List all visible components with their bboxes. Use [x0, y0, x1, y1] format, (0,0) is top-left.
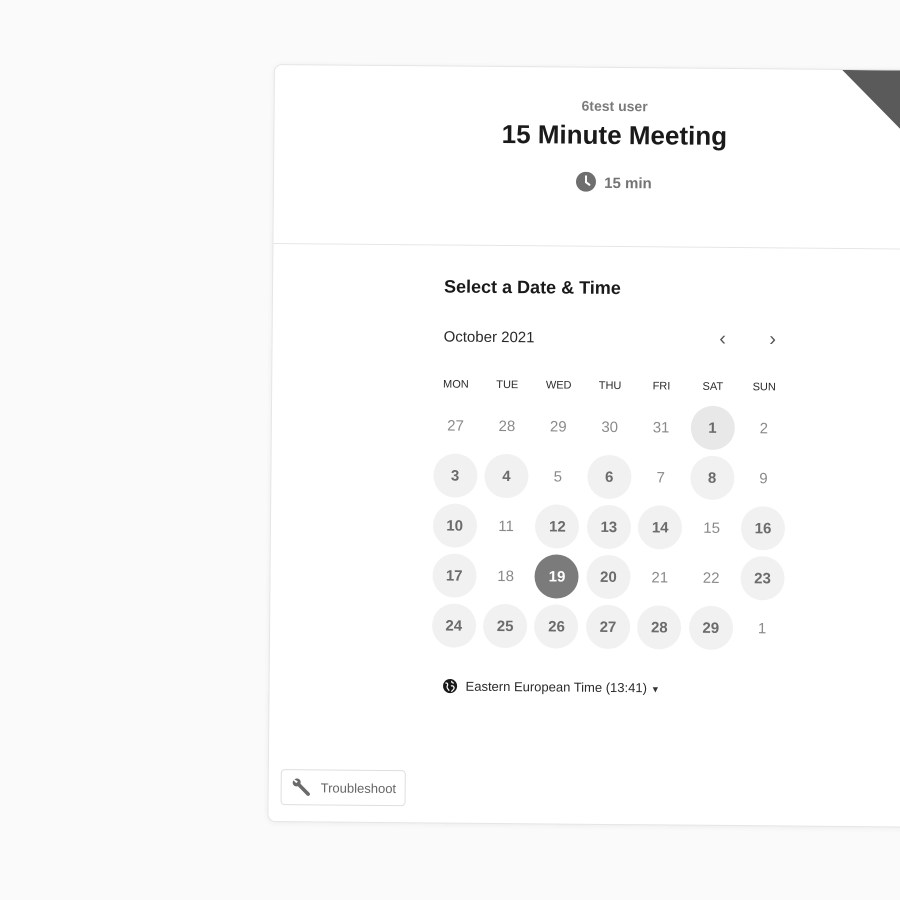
calendar-day[interactable]: 27 — [582, 602, 634, 652]
calendar-day-number: 4 — [484, 453, 529, 499]
calendar-day-number: 23 — [740, 556, 785, 601]
calendar-day[interactable]: 1 — [687, 403, 739, 453]
booking-card: c 6test user 15 Minute Meeting 15 min Se… — [267, 64, 900, 829]
calendar-day-number: 1 — [690, 405, 735, 451]
calendar-day: 21 — [634, 552, 686, 602]
weekday-label: THU — [598, 379, 622, 393]
calendar-day-number: 15 — [703, 519, 721, 537]
timezone-selector[interactable]: Eastern European Time (13:41) ▼ — [443, 678, 660, 695]
weekday-label: FRI — [652, 380, 671, 393]
duration-label: 15 min — [604, 174, 652, 193]
calendar-day[interactable]: 3 — [429, 450, 481, 500]
event-duration: 15 min — [274, 169, 900, 195]
calendar-day: 22 — [685, 553, 737, 603]
calendar-day-number: 11 — [498, 517, 514, 535]
calendar-day-number: 6 — [587, 454, 632, 500]
calendar-day-number: 22 — [702, 569, 720, 587]
calendar-day[interactable]: 28 — [633, 602, 685, 652]
calendar-day-number: 29 — [688, 605, 733, 651]
calendar-day: 31 — [635, 402, 687, 452]
calendar-day-number: 18 — [497, 567, 515, 585]
calendar-day-number: 5 — [553, 467, 563, 486]
weekday-header-row: MON TUE WED THU FRI SAT SUN — [430, 378, 790, 393]
calendar-day-number: 17 — [432, 553, 477, 598]
calendar-day[interactable]: 20 — [582, 552, 634, 602]
calendar-day-number: 20 — [586, 554, 631, 600]
next-month-button[interactable]: › — [759, 327, 785, 353]
calendar-day[interactable]: 10 — [429, 500, 481, 550]
calendar-day-number: 3 — [432, 453, 478, 498]
weekday-label: TUE — [496, 378, 519, 392]
calendar-day-number: 7 — [656, 468, 665, 486]
calendar-day-number: 28 — [637, 605, 682, 650]
weekday-label: WED — [545, 379, 572, 392]
section-title: Select a Date & Time — [443, 276, 621, 299]
calendar-day[interactable]: 12 — [532, 501, 584, 551]
calendar-day[interactable]: 8 — [686, 453, 738, 503]
calendar-day-number: 30 — [601, 418, 619, 436]
event-title: 15 Minute Meeting — [501, 118, 728, 151]
calendar-day-number: 28 — [498, 417, 516, 435]
calendar-day-number: 27 — [585, 604, 631, 650]
calendar-day-number: 14 — [638, 505, 683, 550]
calendar-day-number: 26 — [534, 604, 579, 649]
clock-icon — [576, 171, 597, 192]
calendar-day-number: 29 — [549, 417, 567, 436]
calendar-day[interactable]: 23 — [737, 553, 789, 603]
weekday-label: SAT — [702, 380, 724, 393]
timezone-label: Eastern European Time (13:41) — [465, 678, 648, 696]
month-label: October 2021 — [443, 328, 535, 347]
calendar-day[interactable]: 13 — [583, 502, 635, 552]
calendar-day-number: 27 — [447, 417, 464, 435]
calendar-day-number: 12 — [535, 504, 580, 549]
calendar-day: 1 — [736, 603, 788, 653]
calendar-day-number: 8 — [689, 455, 735, 501]
calendar-day: 11 — [480, 501, 532, 551]
calendar-day-number: 24 — [431, 603, 476, 648]
calendar-days-grid: 27 28 29 30 31 1 2 3 4 5 6 7 8 9 10 11 12 13 14 15 16 17 18 19 2… — [428, 400, 790, 653]
previous-month-button[interactable]: ‹ — [709, 327, 735, 353]
calendar-day: 30 — [584, 402, 636, 452]
calendar-day[interactable]: 14 — [634, 502, 686, 552]
calendar-day: 7 — [635, 452, 687, 502]
calendar-day[interactable]: 16 — [737, 503, 789, 553]
globe-icon — [443, 679, 458, 694]
organizer-name: 6test user — [581, 97, 648, 115]
calendar-day-number: 21 — [651, 568, 669, 586]
weekday-label: MON — [443, 378, 469, 391]
wrench-icon — [292, 778, 310, 796]
calendar-day-number: 1 — [757, 619, 767, 637]
calendar-day-number: 31 — [652, 418, 670, 436]
calendar-day-number: 10 — [432, 503, 477, 548]
calendar-day: 28 — [481, 401, 533, 451]
calendar-day-number: 25 — [482, 603, 528, 649]
calendar-day-number: 9 — [759, 469, 768, 487]
event-header: 6test user 15 Minute Meeting 15 min — [273, 65, 900, 250]
calendar-day[interactable]: 24 — [428, 600, 480, 650]
page-background: c 6test user 15 Minute Meeting 15 min Se… — [0, 0, 900, 900]
calendar-day: 9 — [738, 453, 790, 503]
calendar-day: 15 — [686, 503, 738, 553]
calendar-day-number: 16 — [740, 506, 786, 551]
calendar-day: 27 — [430, 400, 482, 450]
calendar-day: 5 — [532, 451, 584, 501]
calendar-day-number: 2 — [759, 419, 769, 437]
caret-down-icon: ▼ — [650, 684, 660, 695]
calendar-day[interactable]: 4 — [481, 451, 533, 501]
calendar-day[interactable]: 26 — [531, 601, 583, 651]
calendar-day[interactable]: 29 — [685, 603, 737, 653]
troubleshoot-button[interactable]: Troubleshoot — [280, 769, 407, 807]
calendar-day: 18 — [480, 551, 532, 601]
calendar-day-number: 19 — [534, 554, 580, 599]
troubleshoot-label: Troubleshoot — [320, 779, 397, 796]
calendar-day: 29 — [532, 401, 584, 451]
weekday-label: SUN — [752, 381, 776, 394]
calendar-day[interactable]: 25 — [479, 601, 531, 651]
calendar-day[interactable]: 6 — [583, 452, 635, 502]
calendar-day-selected[interactable]: 19 — [531, 551, 583, 601]
calendar-day[interactable]: 17 — [428, 550, 480, 600]
calendar-day: 2 — [738, 403, 790, 453]
calendar-day-number: 13 — [586, 504, 632, 550]
